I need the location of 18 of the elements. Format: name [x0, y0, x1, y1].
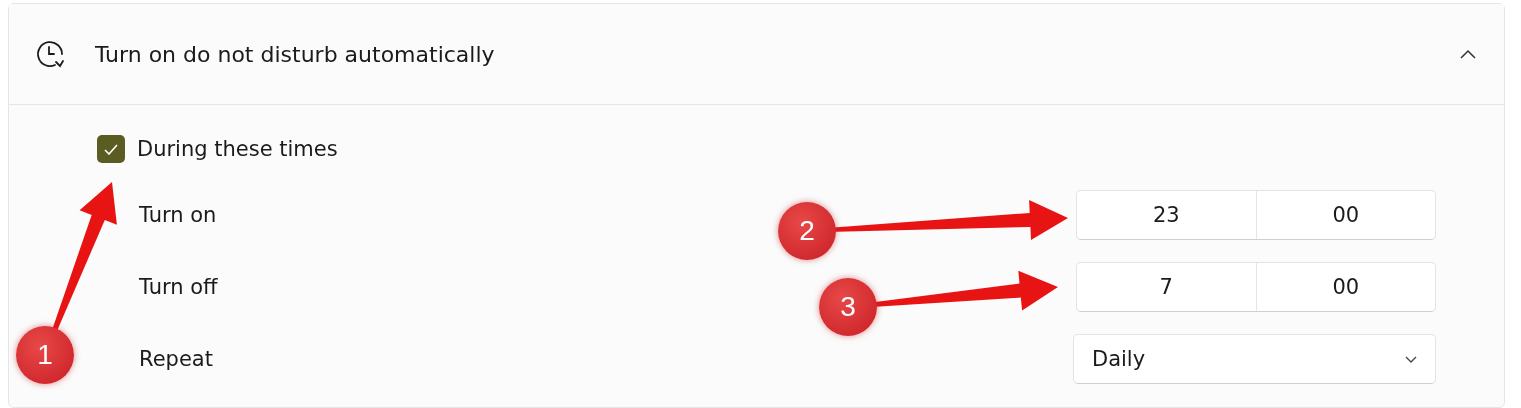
minute-value: 00: [1331, 202, 1361, 229]
setting-label: Turn off: [139, 275, 218, 299]
clock-icon: [35, 39, 65, 69]
checkbox[interactable]: [97, 135, 125, 163]
setting-label: Repeat: [139, 347, 213, 371]
chevron-up-icon: [1460, 49, 1476, 59]
checkmark-icon: [104, 143, 118, 155]
section-header[interactable]: Turn on do not disturb automatically: [9, 4, 1504, 105]
checkbox-label: During these times: [137, 137, 338, 161]
minute-value: 00: [1331, 274, 1361, 301]
time-picker[interactable]: 7 00: [1076, 262, 1436, 312]
repeat-dropdown[interactable]: Daily: [1073, 334, 1436, 384]
time-picker[interactable]: 23 00: [1076, 190, 1436, 240]
chevron-down-icon: [1405, 355, 1417, 363]
hour-value: 23: [1077, 191, 1257, 239]
setting-label: Turn on: [139, 203, 217, 227]
section-title: Turn on do not disturb automatically: [95, 41, 496, 67]
hour-value: 7: [1077, 263, 1257, 311]
